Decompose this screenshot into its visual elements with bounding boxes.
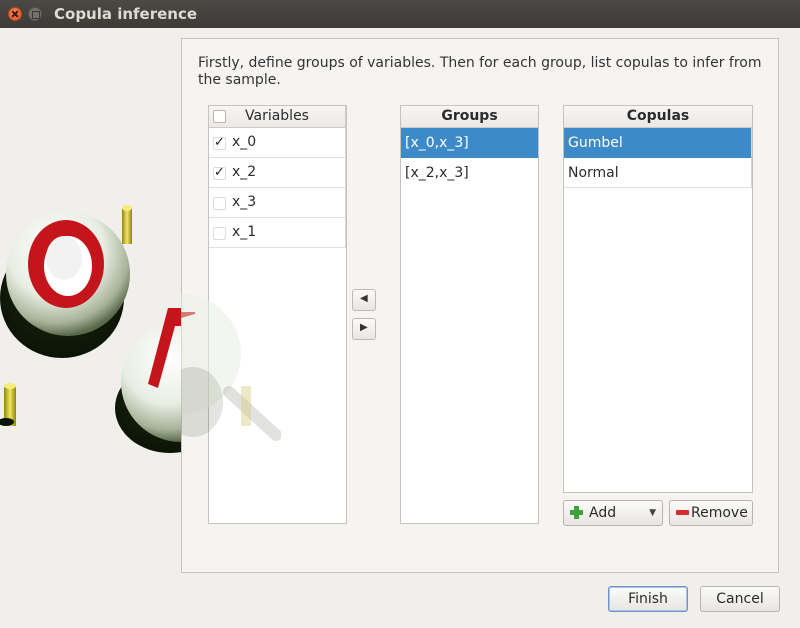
select-all-checkbox[interactable] xyxy=(213,110,226,123)
intro-text: Firstly, define groups of variables. The… xyxy=(198,55,762,88)
variable-row[interactable]: x_1 xyxy=(209,218,346,248)
window-titlebar: Copula inference xyxy=(0,0,800,28)
copulas-header: Copulas xyxy=(564,106,752,128)
remove-from-group-button[interactable]: ◀ xyxy=(352,289,376,311)
copula-item[interactable]: Gumbel xyxy=(564,128,752,158)
variable-checkbox[interactable] xyxy=(213,135,226,150)
copulas-list[interactable]: Copulas Gumbel Normal xyxy=(563,105,753,493)
groups-header: Groups xyxy=(401,106,538,128)
variable-checkbox[interactable] xyxy=(213,227,226,240)
arrow-right-icon: ▶ xyxy=(360,322,368,333)
group-item[interactable]: [x_0,x_3] xyxy=(401,128,538,158)
chevron-down-icon[interactable]: ▼ xyxy=(649,501,656,525)
maximize-window-button[interactable] xyxy=(28,7,42,21)
variable-label: x_3 xyxy=(232,194,257,210)
variable-row[interactable]: x_3 xyxy=(209,188,346,218)
wizard-artwork xyxy=(0,28,181,628)
variable-checkbox[interactable] xyxy=(213,197,226,210)
groups-list[interactable]: Groups [x_0,x_3] [x_2,x_3] xyxy=(400,105,539,524)
variable-label: x_1 xyxy=(232,224,257,240)
cancel-button[interactable]: Cancel xyxy=(700,586,780,612)
remove-copula-label: Remove xyxy=(691,505,748,521)
copula-logo-overlay-image xyxy=(181,294,281,441)
copula-item[interactable]: Normal xyxy=(564,158,752,188)
variable-label: x_2 xyxy=(232,164,257,180)
variable-row[interactable]: x_2 xyxy=(209,158,346,188)
add-copula-label: Add xyxy=(589,505,617,521)
variables-header[interactable]: Variables xyxy=(209,106,346,128)
wizard-artwork-overlay xyxy=(181,292,281,452)
arrow-left-icon: ◀ xyxy=(360,293,368,304)
group-item[interactable]: [x_2,x_3] xyxy=(401,158,538,188)
variables-header-label: Variables xyxy=(245,108,309,124)
variable-label: x_0 xyxy=(232,134,257,150)
plus-icon xyxy=(570,506,583,519)
variable-checkbox[interactable] xyxy=(213,165,226,180)
add-to-group-button[interactable]: ▶ xyxy=(352,318,376,340)
window-title: Copula inference xyxy=(54,5,198,23)
add-copula-button[interactable]: Add ▼ xyxy=(563,500,663,526)
close-window-button[interactable] xyxy=(8,7,22,21)
finish-button[interactable]: Finish xyxy=(608,586,688,612)
variable-row[interactable]: x_0 xyxy=(209,128,346,158)
remove-copula-button[interactable]: Remove xyxy=(669,500,753,526)
copula-logo-image xyxy=(0,205,181,453)
minus-icon xyxy=(676,510,689,515)
